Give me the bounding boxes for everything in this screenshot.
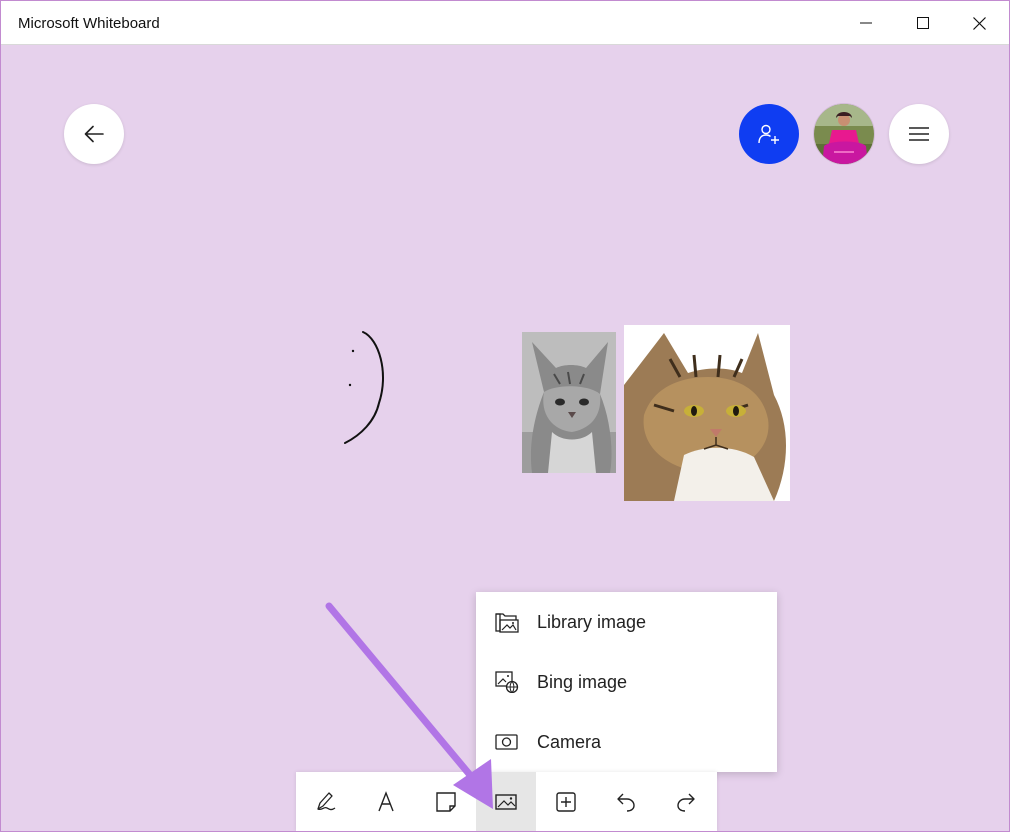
tabby-cat-image bbox=[624, 325, 790, 501]
image-tool-button[interactable] bbox=[476, 772, 536, 831]
close-button[interactable] bbox=[956, 1, 1002, 45]
invite-button[interactable] bbox=[739, 104, 799, 164]
back-button[interactable] bbox=[64, 104, 124, 164]
minimize-button[interactable] bbox=[843, 1, 889, 45]
app-window: Microsoft Whiteboard Library image Bing … bbox=[0, 0, 1010, 832]
undo-icon bbox=[617, 793, 635, 812]
image-insert-menu: Library image Bing image Camera bbox=[476, 592, 777, 772]
undo-button[interactable] bbox=[596, 772, 656, 831]
cat-photo-gray[interactable] bbox=[522, 332, 616, 473]
redo-button[interactable] bbox=[656, 772, 716, 831]
image-icon bbox=[495, 794, 517, 810]
folder-image-icon bbox=[495, 613, 519, 633]
menu-button[interactable] bbox=[889, 104, 949, 164]
bottom-toolbar bbox=[296, 772, 717, 831]
app-title: Microsoft Whiteboard bbox=[18, 15, 160, 32]
ink-drawing[interactable] bbox=[331, 325, 391, 455]
redo-icon bbox=[677, 793, 695, 812]
menu-item-label: Library image bbox=[537, 612, 647, 632]
cat-photo-tabby[interactable] bbox=[624, 325, 790, 501]
pen-icon bbox=[317, 792, 336, 811]
title-bar: Microsoft Whiteboard bbox=[1, 1, 1009, 45]
maximize-icon bbox=[917, 17, 929, 29]
hamburger-menu-icon bbox=[909, 127, 929, 141]
gray-cat-image bbox=[522, 332, 616, 473]
camera-icon bbox=[495, 734, 518, 750]
close-icon bbox=[972, 16, 986, 30]
sticky-note-icon bbox=[436, 792, 456, 812]
minimize-icon bbox=[860, 22, 872, 24]
whiteboard-canvas[interactable]: Library image Bing image Camera bbox=[1, 45, 1009, 831]
maximize-button[interactable] bbox=[900, 1, 946, 45]
menu-item-library-image[interactable]: Library image bbox=[476, 592, 777, 652]
plus-box-icon bbox=[556, 792, 576, 812]
menu-item-bing-image[interactable]: Bing image bbox=[476, 652, 777, 712]
text-tool-button[interactable] bbox=[356, 772, 416, 831]
avatar-photo bbox=[814, 104, 874, 164]
menu-item-label: Bing image bbox=[537, 672, 628, 692]
note-tool-button[interactable] bbox=[416, 772, 476, 831]
user-avatar[interactable] bbox=[813, 103, 875, 165]
person-add-icon bbox=[758, 124, 779, 144]
insert-tool-button[interactable] bbox=[536, 772, 596, 831]
menu-item-label: Camera bbox=[537, 732, 602, 752]
text-icon bbox=[378, 791, 394, 812]
pen-tool-button[interactable] bbox=[296, 772, 356, 831]
menu-item-camera[interactable]: Camera bbox=[476, 712, 777, 772]
arrow-left-icon bbox=[84, 125, 104, 143]
image-globe-icon bbox=[495, 671, 519, 693]
